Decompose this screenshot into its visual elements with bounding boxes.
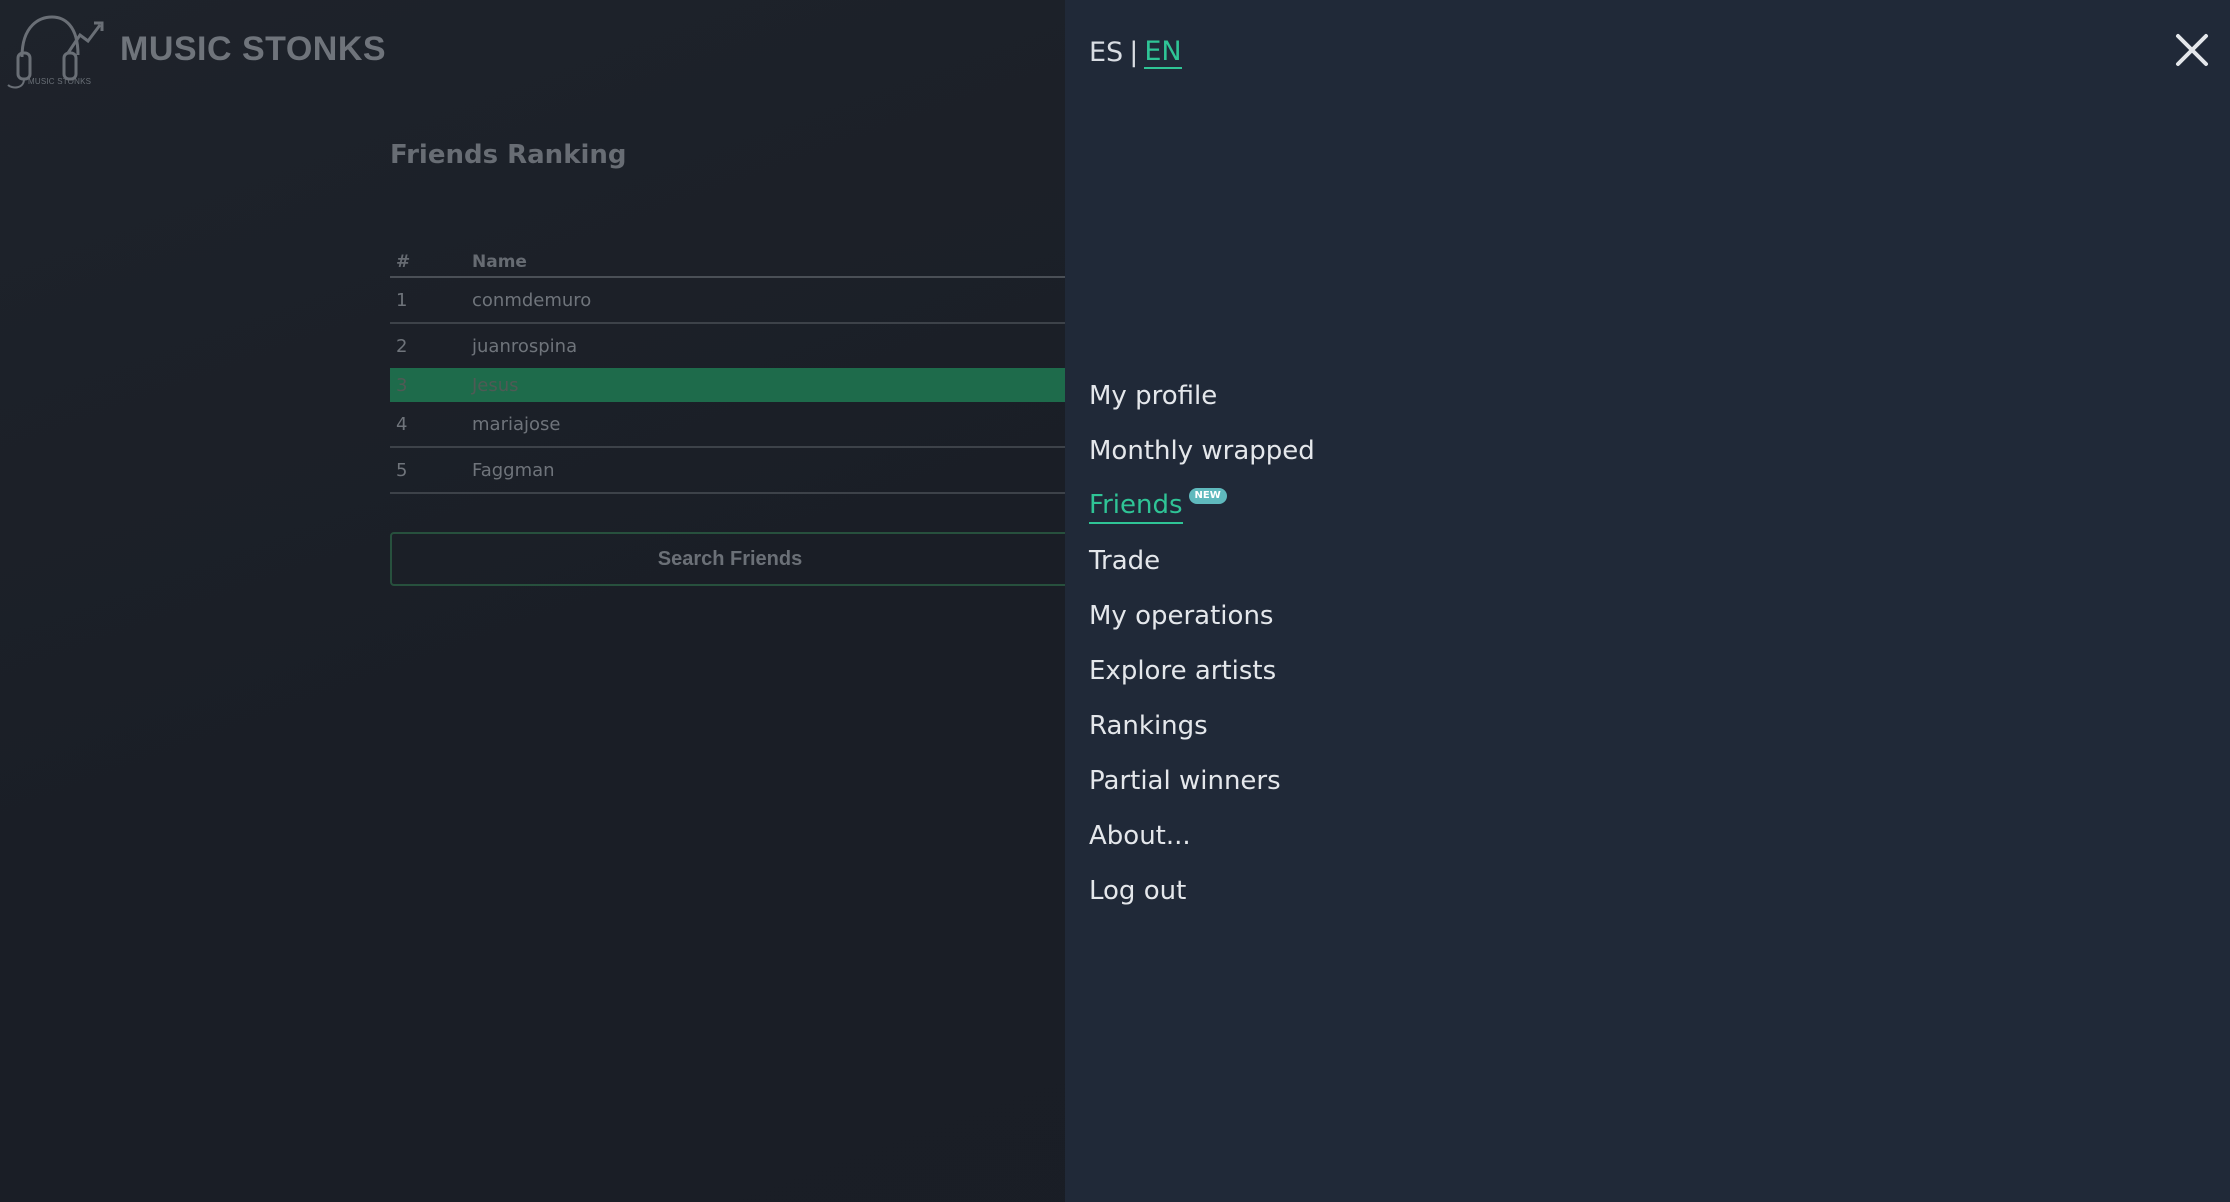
close-icon[interactable]	[2172, 30, 2212, 70]
table-header: # Name	[390, 248, 1070, 278]
menu-item-label: About...	[1089, 820, 1191, 851]
menu-item-label: Trade	[1089, 545, 1161, 576]
column-header-name: Name	[472, 252, 527, 272]
row-name: conmdemuro	[472, 289, 592, 311]
row-name: Jesus	[472, 374, 519, 396]
page: MUSIC STONKS MUSIC STONKS Friends Rankin…	[0, 0, 2230, 1202]
friends-ranking-table: # Name 1 conmdemuro 2 juanrospina 3 Jesu…	[390, 248, 1070, 494]
menu-item-label: Rankings	[1089, 710, 1208, 741]
menu-item-label: Friends	[1089, 488, 1183, 524]
menu-item-monthly-wrapped[interactable]: Monthly wrapped	[1089, 423, 1315, 478]
menu-item-explore-artists[interactable]: Explore artists	[1089, 643, 1315, 698]
menu-item-trade[interactable]: Trade	[1089, 533, 1315, 588]
brand-name[interactable]: MUSIC STONKS	[120, 30, 386, 69]
column-header-rank: #	[396, 252, 411, 272]
search-friends-button[interactable]: Search Friends	[390, 532, 1070, 586]
row-rank: 1	[396, 289, 408, 311]
main-content: Friends Ranking # Name 1 conmdemuro 2 ju…	[390, 140, 1070, 586]
header: MUSIC STONKS MUSIC STONKS	[0, 0, 386, 100]
menu-item-friends[interactable]: Friends NEW	[1089, 478, 1315, 533]
table-row[interactable]: 5 Faggman	[390, 448, 1070, 494]
lang-separator: |	[1129, 37, 1139, 68]
drawer-menu: My profile Monthly wrapped Friends NEW T…	[1089, 368, 1315, 918]
lang-en[interactable]: EN	[1144, 36, 1182, 69]
menu-item-rankings[interactable]: Rankings	[1089, 698, 1315, 753]
menu-item-about[interactable]: About...	[1089, 808, 1315, 863]
menu-item-label: Log out	[1089, 875, 1187, 906]
headphones-chart-icon[interactable]: MUSIC STONKS	[2, 5, 108, 95]
table-row[interactable]: 2 juanrospina	[390, 324, 1070, 368]
row-rank: 3	[396, 374, 408, 396]
row-rank: 4	[396, 413, 408, 435]
row-name: Faggman	[472, 459, 555, 481]
navigation-drawer: ES | EN My profile Monthly wrapped Frien…	[1065, 0, 2230, 1202]
menu-item-label: My operations	[1089, 600, 1274, 631]
language-switcher: ES | EN	[1089, 36, 1182, 69]
row-name: mariajose	[472, 413, 561, 435]
logo-caption: MUSIC STONKS	[28, 77, 92, 86]
lang-es[interactable]: ES	[1089, 37, 1123, 68]
menu-item-log-out[interactable]: Log out	[1089, 863, 1315, 918]
menu-item-label: Explore artists	[1089, 655, 1277, 686]
menu-item-my-profile[interactable]: My profile	[1089, 368, 1315, 423]
menu-item-label: Monthly wrapped	[1089, 435, 1315, 466]
menu-item-my-operations[interactable]: My operations	[1089, 588, 1315, 643]
row-rank: 2	[396, 335, 408, 357]
page-title: Friends Ranking	[390, 140, 627, 170]
row-name: juanrospina	[472, 335, 578, 357]
row-rank: 5	[396, 459, 408, 481]
table-row[interactable]: 4 mariajose	[390, 402, 1070, 448]
new-badge: NEW	[1188, 487, 1227, 504]
table-row[interactable]: 1 conmdemuro	[390, 278, 1070, 324]
menu-item-label: My profile	[1089, 380, 1218, 411]
table-row-current-user[interactable]: 3 Jesus	[390, 368, 1070, 402]
menu-item-label: Partial winners	[1089, 765, 1281, 796]
menu-item-partial-winners[interactable]: Partial winners	[1089, 753, 1315, 808]
